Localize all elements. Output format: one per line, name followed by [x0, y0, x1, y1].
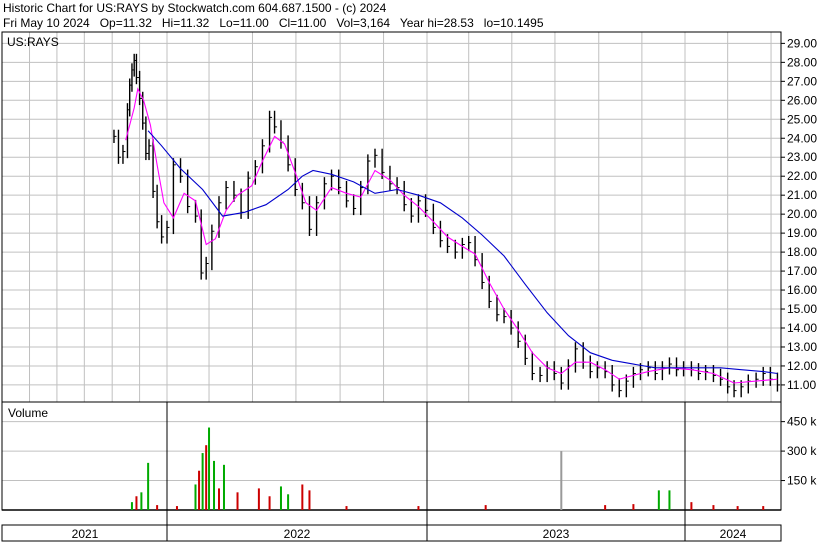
- price-tick-label: 16.00: [787, 283, 817, 297]
- volume-bar: [560, 451, 563, 510]
- volume-bar: [156, 505, 159, 510]
- volume-bars: [130, 427, 765, 510]
- price-tick-label: 13.00: [787, 340, 817, 354]
- volume-bar: [484, 505, 487, 510]
- price-tick-label: 29.00: [787, 36, 817, 50]
- price-bars: [113, 53, 780, 398]
- volume-bar: [668, 490, 671, 510]
- chart-canvas: US:RAYS Volume 11.00 12.00 13.00 14.00 15.00…: [1, 31, 817, 542]
- price-grid: [2, 32, 781, 402]
- volume-bar: [175, 506, 178, 510]
- volume-bar: [632, 504, 635, 510]
- volume-bar: [345, 506, 348, 510]
- volume-bar: [287, 494, 290, 510]
- volume-bar: [236, 492, 239, 510]
- year-label: 2022: [284, 527, 311, 541]
- volume-bar: [208, 427, 211, 510]
- volume-panel-label: Volume: [8, 406, 48, 420]
- volume-bar: [135, 496, 138, 510]
- price-tick-label: 19.00: [787, 226, 817, 240]
- volume-bar: [301, 484, 304, 510]
- volume-bar: [213, 460, 216, 510]
- volume-bar: [201, 453, 204, 510]
- price-tick-label: 20.00: [787, 207, 817, 221]
- price-panel-label: US:RAYS: [7, 35, 59, 49]
- volume-panel-frame: [1, 401, 782, 511]
- volume-bar: [657, 490, 660, 510]
- price-tick-label: 26.00: [787, 93, 817, 107]
- price-tick-label: 21.00: [787, 188, 817, 202]
- price-tick-label: 14.00: [787, 321, 817, 335]
- volume-bar: [690, 502, 693, 510]
- volume-tick-label: 300 k: [787, 444, 817, 458]
- time-axis-frame: [1, 524, 782, 542]
- price-tick-label: 11.00: [787, 378, 816, 392]
- volume-bar: [762, 506, 765, 510]
- price-axis-ticks: 11.00 12.00 13.00 14.00 15.00 16.00 17.00 18.00…: [781, 36, 817, 392]
- volume-tick-label: 150 k: [787, 474, 817, 488]
- price-tick-label: 15.00: [787, 302, 817, 316]
- ma-short-line: [125, 87, 778, 384]
- price-tick-label: 12.00: [787, 359, 817, 373]
- time-axis-labels: 2021 2022 2023 2024: [72, 527, 747, 541]
- year-dividers: [166, 402, 686, 541]
- volume-tick-label: 450 k: [787, 415, 817, 429]
- year-label: 2023: [543, 527, 570, 541]
- volume-bar: [205, 445, 208, 510]
- price-tick-label: 24.00: [787, 131, 817, 145]
- volume-bar: [279, 486, 282, 510]
- price-tick-label: 18.00: [787, 245, 817, 259]
- volume-grid: [2, 421, 781, 482]
- volume-bar: [417, 506, 420, 510]
- price-tick-label: 23.00: [787, 150, 817, 164]
- volume-bar: [268, 496, 271, 510]
- volume-bar: [147, 462, 150, 510]
- price-tick-label: 17.00: [787, 264, 817, 278]
- price-tick-label: 25.00: [787, 112, 817, 126]
- volume-bar: [604, 505, 607, 510]
- volume-bar: [218, 488, 220, 510]
- volume-bar: [736, 506, 739, 510]
- volume-bar: [257, 488, 260, 510]
- moving-averages: [125, 87, 778, 384]
- year-label: 2024: [720, 527, 747, 541]
- volume-bar: [198, 470, 201, 510]
- volume-bar: [140, 492, 143, 510]
- price-tick-label: 28.00: [787, 55, 817, 69]
- volume-bar: [130, 502, 133, 510]
- price-tick-label: 27.00: [787, 74, 817, 88]
- volume-bar: [712, 505, 715, 510]
- volume-bar: [308, 490, 311, 510]
- year-label: 2021: [72, 527, 99, 541]
- price-tick-label: 22.00: [787, 169, 817, 183]
- volume-bar: [194, 484, 197, 510]
- volume-bar: [222, 464, 225, 510]
- volume-axis-ticks: 150 k 300 k 450 k: [781, 415, 817, 488]
